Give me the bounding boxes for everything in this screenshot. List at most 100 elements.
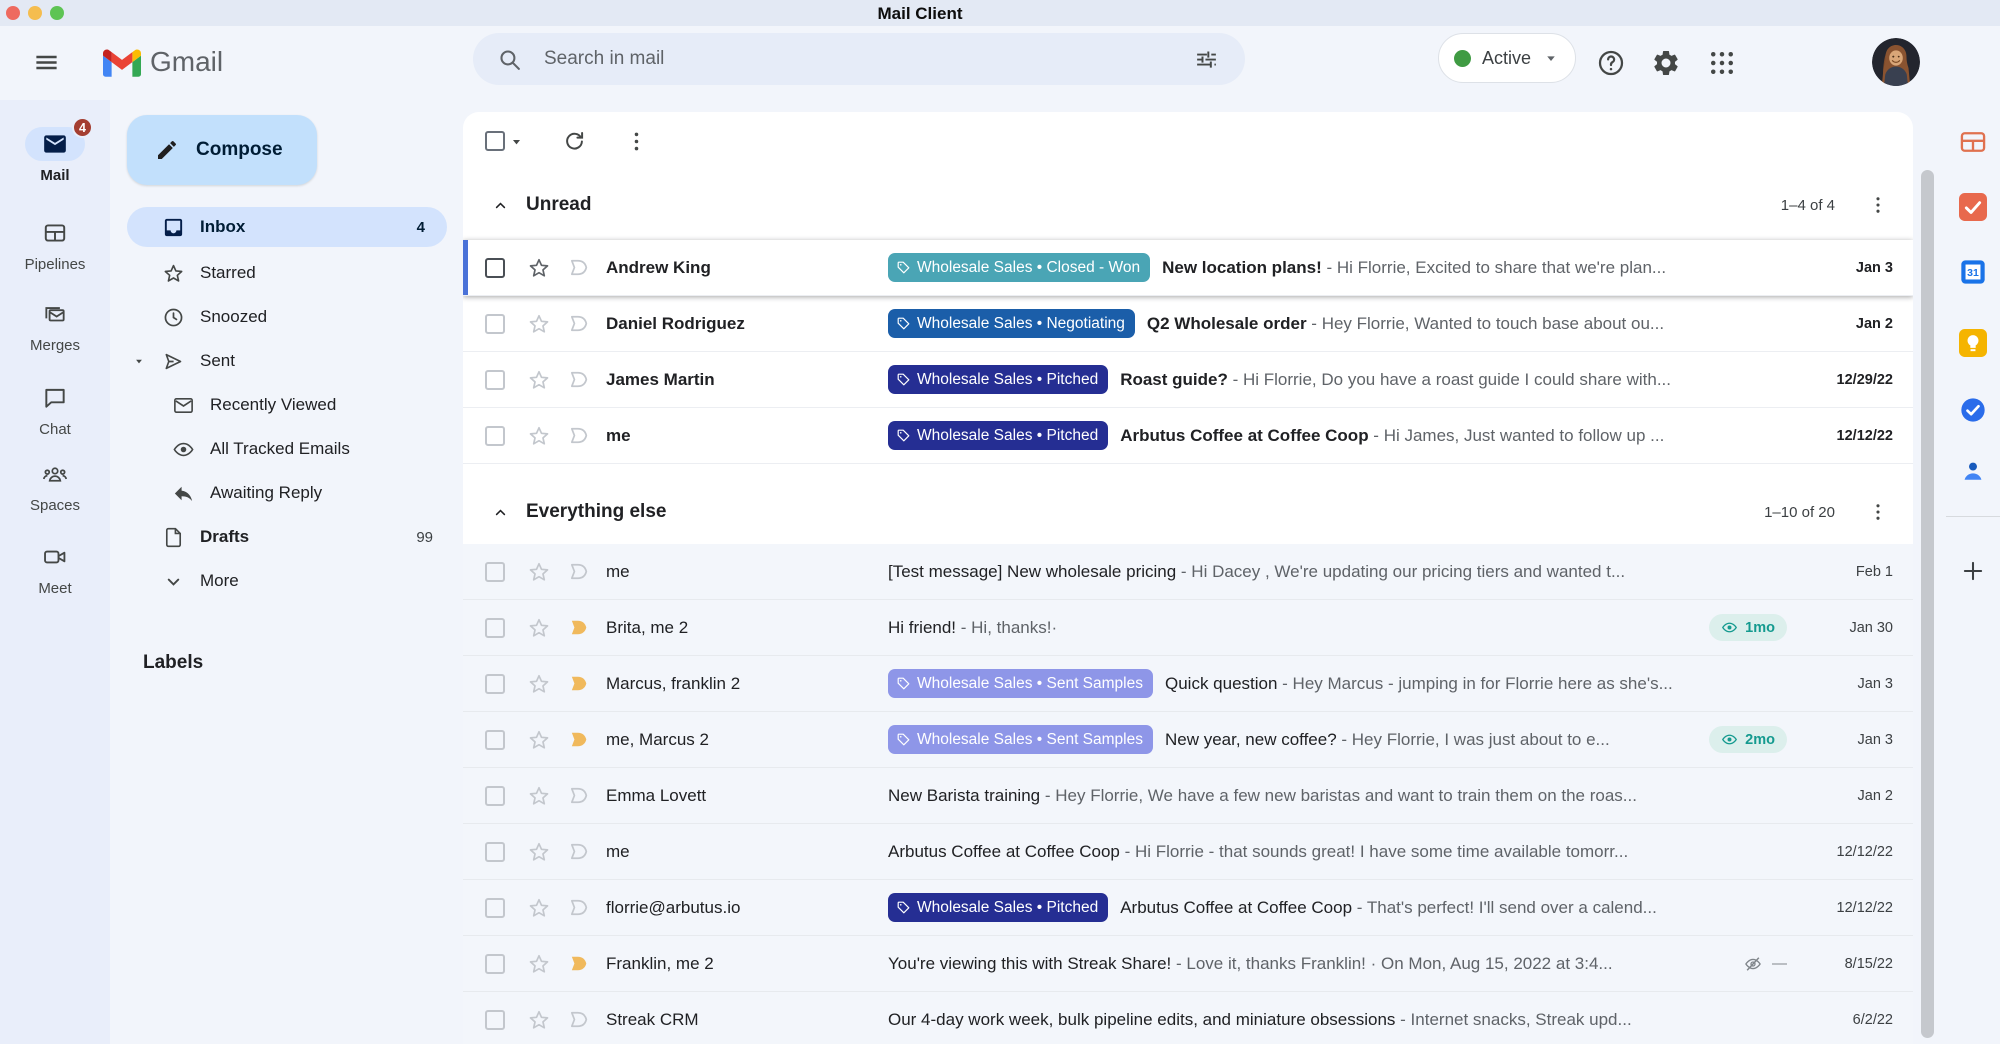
importance-marker-icon[interactable] [566, 312, 593, 335]
pipeline-stage-label[interactable]: Wholesale Sales • Pitched [888, 893, 1108, 922]
search-bar[interactable]: Search in mail [473, 33, 1245, 85]
row-checkbox[interactable] [485, 618, 505, 638]
search-input[interactable]: Search in mail [544, 48, 1194, 70]
apps-grid-icon[interactable] [1707, 48, 1737, 78]
row-checkbox[interactable] [485, 562, 505, 582]
refresh-icon[interactable] [562, 129, 587, 154]
more-options-icon[interactable] [624, 129, 649, 154]
status-dropdown[interactable]: Active [1438, 33, 1576, 83]
email-row[interactable]: Emma LovettNew Barista training - Hey Fl… [463, 768, 1913, 824]
calendar-icon[interactable]: 31 [1959, 258, 1987, 286]
email-row[interactable]: Andrew KingWholesale Sales • Closed - Wo… [463, 240, 1913, 296]
star-icon[interactable] [527, 952, 551, 976]
importance-marker-icon[interactable] [566, 728, 593, 751]
star-icon[interactable] [527, 1008, 551, 1032]
importance-marker-icon[interactable] [566, 672, 593, 695]
sidebar-item-sent[interactable]: Sent [110, 339, 455, 383]
email-row[interactable]: Brita, me 2Hi friend! - Hi, thanks!·1moJ… [463, 600, 1913, 656]
compose-button[interactable]: Compose [127, 115, 317, 185]
select-all-checkbox[interactable] [485, 131, 505, 151]
row-checkbox[interactable] [485, 842, 505, 862]
gmail-logo[interactable]: Gmail [103, 46, 223, 78]
importance-marker-icon[interactable] [566, 424, 593, 447]
row-checkbox[interactable] [485, 258, 505, 278]
sidebar-item-starred[interactable]: Starred [110, 251, 455, 295]
tracking-viewed-badge[interactable]: 1mo [1709, 614, 1787, 641]
search-options-icon[interactable] [1194, 47, 1219, 72]
streak-icon[interactable] [1959, 193, 1987, 221]
star-icon[interactable] [527, 896, 551, 920]
importance-marker-icon[interactable] [566, 952, 593, 975]
star-icon[interactable] [527, 424, 551, 448]
star-icon[interactable] [527, 672, 551, 696]
streak-pipelines-icon[interactable] [1959, 128, 1987, 156]
email-row[interactable]: meWholesale Sales • PitchedArbutus Coffe… [463, 408, 1913, 464]
sidebar-item-all-tracked-emails[interactable]: All Tracked Emails [110, 427, 455, 471]
tracking-unviewed-badge[interactable]: — [1743, 954, 1787, 974]
importance-marker-icon[interactable] [566, 368, 593, 391]
collapse-section-icon[interactable] [492, 197, 509, 214]
section-menu-icon[interactable] [1867, 194, 1889, 216]
star-icon[interactable] [527, 784, 551, 808]
expander-caret-icon[interactable] [132, 354, 146, 368]
list-scrollbar[interactable] [1921, 170, 1934, 1038]
importance-marker-icon[interactable] [566, 560, 593, 583]
pipeline-stage-label[interactable]: Wholesale Sales • Negotiating [888, 309, 1135, 338]
row-checkbox[interactable] [485, 730, 505, 750]
avatar[interactable] [1872, 38, 1920, 86]
row-checkbox[interactable] [485, 314, 505, 334]
row-checkbox[interactable] [485, 954, 505, 974]
collapse-section-icon[interactable] [492, 504, 509, 521]
email-row[interactable]: florrie@arbutus.ioWholesale Sales • Pitc… [463, 880, 1913, 936]
rail-item-mail[interactable]: 4Mail [0, 127, 110, 184]
importance-marker-icon[interactable] [566, 1008, 593, 1031]
email-row[interactable]: Franklin, me 2You're viewing this with S… [463, 936, 1913, 992]
sidebar-item-drafts[interactable]: Drafts99 [110, 515, 455, 559]
importance-marker-icon[interactable] [566, 840, 593, 863]
pipeline-stage-label[interactable]: Wholesale Sales • Pitched [888, 421, 1108, 450]
tracking-viewed-badge[interactable]: 2mo [1709, 726, 1787, 753]
importance-marker-icon[interactable] [566, 784, 593, 807]
importance-marker-icon[interactable] [566, 616, 593, 639]
tasks-icon[interactable] [1959, 396, 1987, 424]
email-row[interactable]: meArbutus Coffee at Coffee Coop - Hi Flo… [463, 824, 1913, 880]
sidebar-item-more[interactable]: More [110, 559, 455, 603]
pipeline-stage-label[interactable]: Wholesale Sales • Sent Samples [888, 725, 1153, 754]
search-icon[interactable] [497, 47, 522, 72]
sidebar-item-recently-viewed[interactable]: Recently Viewed [110, 383, 455, 427]
star-icon[interactable] [527, 616, 551, 640]
rail-item-pipelines[interactable]: Pipelines [0, 216, 110, 273]
rail-item-meet[interactable]: Meet [0, 540, 110, 597]
star-icon[interactable] [527, 560, 551, 584]
section-menu-icon[interactable] [1867, 501, 1889, 523]
sidebar-item-inbox[interactable]: Inbox4 [127, 207, 447, 247]
row-checkbox[interactable] [485, 898, 505, 918]
row-checkbox[interactable] [485, 426, 505, 446]
email-row[interactable]: me[Test message] New wholesale pricing -… [463, 544, 1913, 600]
contacts-icon[interactable] [1959, 457, 1987, 485]
pipeline-stage-label[interactable]: Wholesale Sales • Closed - Won [888, 253, 1150, 282]
row-checkbox[interactable] [485, 786, 505, 806]
rail-item-chat[interactable]: Chat [0, 381, 110, 438]
row-checkbox[interactable] [485, 1010, 505, 1030]
rail-item-spaces[interactable]: Spaces [0, 457, 110, 514]
star-icon[interactable] [527, 256, 551, 280]
pipeline-stage-label[interactable]: Wholesale Sales • Pitched [888, 365, 1108, 394]
importance-marker-icon[interactable] [566, 256, 593, 279]
help-icon[interactable] [1596, 48, 1626, 78]
star-icon[interactable] [527, 840, 551, 864]
row-checkbox[interactable] [485, 370, 505, 390]
keep-icon[interactable] [1959, 329, 1987, 357]
sidebar-item-snoozed[interactable]: Snoozed [110, 295, 455, 339]
importance-marker-icon[interactable] [566, 896, 593, 919]
hamburger-menu-icon[interactable] [33, 49, 60, 76]
email-row[interactable]: Marcus, franklin 2Wholesale Sales • Sent… [463, 656, 1913, 712]
email-row[interactable]: Streak CRMOur 4-day work week, bulk pipe… [463, 992, 1913, 1044]
rail-item-merges[interactable]: Merges [0, 297, 110, 354]
select-caret-icon[interactable] [508, 133, 525, 150]
star-icon[interactable] [527, 728, 551, 752]
sidebar-item-awaiting-reply[interactable]: Awaiting Reply [110, 471, 455, 515]
star-icon[interactable] [527, 312, 551, 336]
settings-gear-icon[interactable] [1651, 48, 1681, 78]
get-addons-icon[interactable] [1960, 558, 1986, 584]
